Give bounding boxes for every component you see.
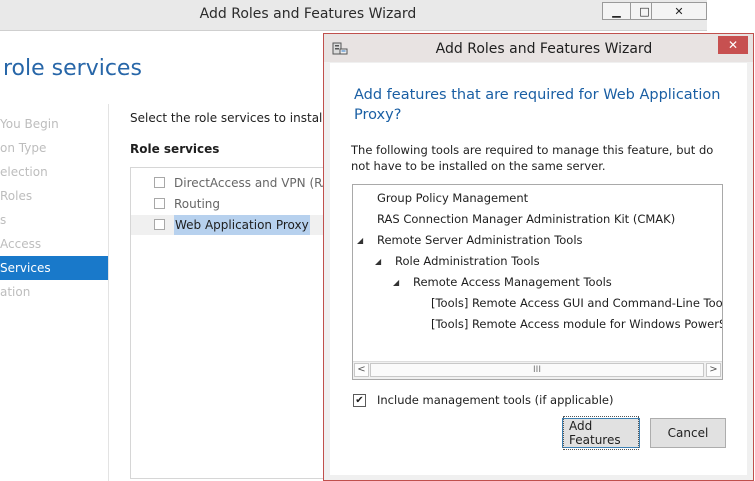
- role-service-row[interactable]: Web Application Proxy: [131, 215, 349, 235]
- role-service-label: DirectAccess and VPN (RAS): [174, 176, 343, 190]
- chevron-right-icon: >: [709, 364, 718, 375]
- wizard-nav: You Begin on Type election Roles s Access Serv…: [0, 112, 108, 304]
- nav-item[interactable]: s: [0, 208, 108, 232]
- dialog-title: Add Roles and Features Wizard: [435, 41, 653, 57]
- nav-item[interactable]: ation: [0, 280, 108, 304]
- nav-item[interactable]: on Type: [0, 136, 108, 160]
- nav-item[interactable]: Roles: [0, 184, 108, 208]
- maximize-icon: □: [639, 4, 650, 18]
- role-services-list: DirectAccess and VPN (RAS) Routing Web App…: [130, 167, 350, 479]
- scroll-thumb[interactable]: III: [370, 363, 704, 377]
- include-management-tools-label: Include management tools (if applicable): [377, 393, 614, 407]
- dialog-body: Add features that are required for Web A…: [330, 63, 747, 475]
- role-service-checkbox[interactable]: [154, 177, 165, 188]
- include-management-tools-checkbox[interactable]: ✔: [353, 394, 366, 407]
- expand-arrow-icon[interactable]: ◢: [375, 251, 381, 272]
- role-service-row[interactable]: Routing: [131, 194, 349, 214]
- minimize-button[interactable]: ▁: [602, 2, 631, 20]
- add-features-button[interactable]: Add Features: [562, 416, 640, 450]
- expand-arrow-icon[interactable]: ◢: [357, 230, 363, 251]
- role-service-label: Routing: [174, 197, 221, 211]
- nav-item[interactable]: You Begin: [0, 112, 108, 136]
- tree-item: Group Policy Management: [377, 191, 529, 205]
- grip-icon: III: [533, 365, 541, 375]
- role-service-checkbox[interactable]: [154, 198, 165, 209]
- minimize-icon: ▁: [612, 4, 621, 18]
- background-close-button[interactable]: ✕: [651, 2, 707, 20]
- close-icon: ✕: [674, 4, 684, 18]
- tree-item: RAS Connection Manager Administration Ki…: [377, 212, 676, 226]
- cancel-button[interactable]: Cancel: [650, 418, 726, 448]
- dialog-description: The following tools are required to mana…: [351, 143, 714, 173]
- add-features-dialog: Add Roles and Features Wizard ✕ Add feat…: [323, 33, 754, 481]
- background-window-title: Add Roles and Features Wizard: [199, 6, 417, 22]
- add-features-label: Add Features: [563, 416, 639, 450]
- role-service-checkbox[interactable]: [154, 219, 165, 230]
- required-features-tree[interactable]: Group Policy Management RAS Connection Ma…: [352, 184, 723, 380]
- close-icon: ✕: [727, 38, 739, 52]
- role-services-label: Role services: [130, 142, 220, 156]
- tree-item: Remote Access Management Tools: [413, 275, 612, 289]
- horizontal-scrollbar[interactable]: < III >: [353, 361, 722, 379]
- nav-item[interactable]: Services: [0, 256, 108, 280]
- nav-item[interactable]: election: [0, 160, 108, 184]
- role-service-row[interactable]: DirectAccess and VPN (RAS): [131, 173, 349, 193]
- tree-item: [Tools] Remote Access GUI and Command-Li…: [431, 296, 723, 310]
- tree-item: Role Administration Tools: [395, 254, 540, 268]
- scroll-left-button[interactable]: <: [354, 363, 369, 377]
- background-title-bar: Add Roles and Features Wizard ▁ □ ✕: [0, 0, 707, 31]
- tree-item: Remote Server Administration Tools: [377, 233, 583, 247]
- nav-divider: [108, 104, 109, 481]
- expand-arrow-icon[interactable]: ◢: [393, 272, 399, 293]
- dialog-heading: Add features that are required for Web A…: [354, 87, 721, 123]
- tree-item: [Tools] Remote Access module for Windows…: [431, 317, 723, 331]
- page-title: role services: [3, 56, 142, 81]
- checkmark-icon: ✔: [355, 395, 364, 406]
- role-service-label: Web Application Proxy: [174, 215, 310, 235]
- nav-item[interactable]: Access: [0, 232, 108, 256]
- dialog-close-button[interactable]: ✕: [718, 36, 748, 54]
- chevron-left-icon: <: [357, 364, 366, 375]
- dialog-title-bar: Add Roles and Features Wizard ✕: [324, 34, 753, 62]
- cancel-label: Cancel: [667, 426, 709, 440]
- server-manager-icon: [332, 42, 348, 55]
- scroll-right-button[interactable]: >: [706, 363, 721, 377]
